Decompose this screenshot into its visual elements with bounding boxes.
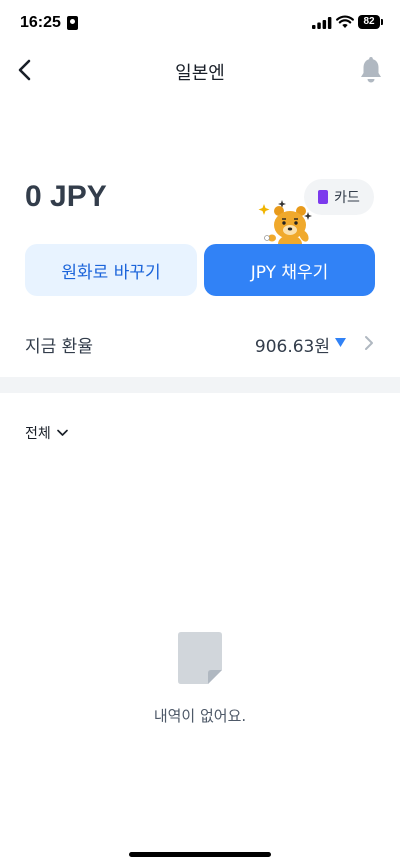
triangle-down-icon xyxy=(335,338,346,347)
section-divider xyxy=(0,377,400,393)
battery-icon: 82 xyxy=(358,15,383,29)
balance-amount: 0 JPY xyxy=(25,180,107,213)
card-button-label: 카드 xyxy=(334,190,360,206)
charge-jpy-button[interactable]: JPY 채우기 xyxy=(204,244,375,296)
nav-bar: 일본엔 xyxy=(0,48,400,92)
home-indicator xyxy=(129,852,271,857)
history-filter-label: 전체 xyxy=(25,426,51,442)
exchange-rate-value: 906.63원 xyxy=(254,337,330,357)
convert-to-krw-button[interactable]: 원화로 바꾸기 xyxy=(25,244,197,296)
chevron-down-icon xyxy=(56,429,68,436)
empty-history-message: 내역이 없어요. xyxy=(153,707,247,725)
contact-card-icon xyxy=(67,16,78,30)
bell-icon[interactable] xyxy=(358,56,384,84)
empty-document-icon xyxy=(178,632,222,684)
card-icon xyxy=(318,190,329,204)
history-filter-dropdown[interactable]: 전체 xyxy=(25,423,68,443)
wifi-icon xyxy=(336,15,354,28)
status-time: 16:25 xyxy=(20,14,61,31)
exchange-rate-row[interactable]: 지금 환율 906.63원 xyxy=(0,318,400,366)
cellular-signal-icon xyxy=(312,17,332,29)
page-title: 일본엔 xyxy=(175,63,225,84)
exchange-rate-label: 지금 환율 xyxy=(25,337,93,357)
chevron-right-icon xyxy=(365,336,373,350)
status-bar: 16:25 82 xyxy=(0,0,400,48)
